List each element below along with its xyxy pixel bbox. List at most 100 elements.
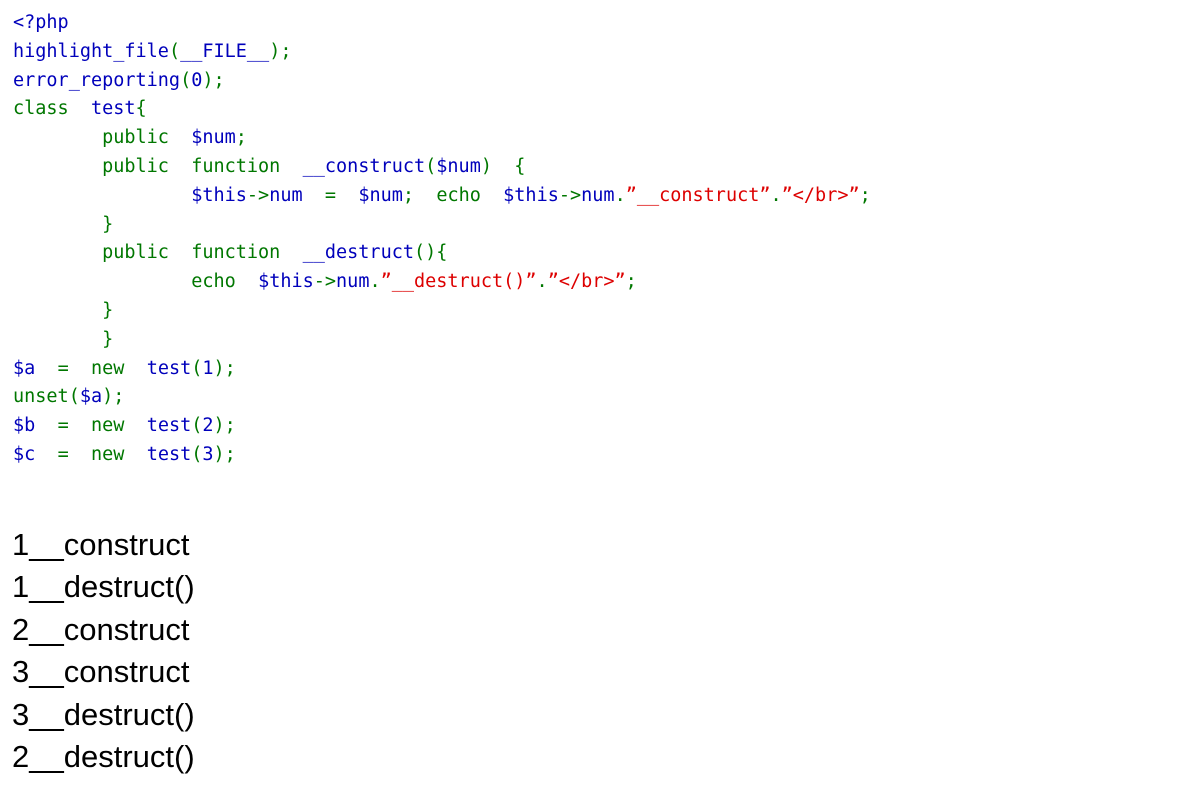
code-token-keyword: )	[202, 69, 214, 91]
code-token-keyword	[169, 242, 191, 263]
code-token-keyword: function	[191, 155, 281, 177]
code-token-keyword: (	[68, 386, 80, 408]
code-token-keyword: public	[102, 155, 169, 177]
code-token-keyword	[69, 98, 91, 119]
code-token-keyword: ;	[224, 357, 236, 379]
code-token-keyword	[35, 444, 57, 465]
code-token-default: __FILE__	[180, 40, 270, 62]
code-token-keyword: }	[102, 299, 114, 321]
output-line: 3__construct	[12, 654, 190, 690]
code-token-default: 0	[191, 69, 203, 91]
code-line: }	[13, 326, 871, 355]
code-line: public function __construct($num) {	[13, 153, 871, 182]
code-token-keyword	[35, 358, 57, 379]
code-token-keyword	[69, 358, 91, 379]
code-token-keyword: public	[102, 127, 169, 149]
code-token-default: __destruct	[302, 242, 414, 264]
code-token-default: error_reporting	[13, 69, 181, 91]
code-token-keyword: .	[536, 271, 548, 293]
code-token-default: __construct	[302, 155, 426, 177]
code-line: }	[13, 211, 871, 240]
code-token-keyword: )	[480, 155, 492, 177]
code-token-keyword	[69, 444, 91, 465]
code-token-keyword	[13, 214, 102, 235]
code-token-keyword	[280, 156, 302, 177]
code-line: public function __destruct(){	[13, 239, 871, 268]
code-token-default: 2	[202, 415, 214, 437]
code-token-keyword: .	[770, 184, 782, 206]
code-token-keyword: ->	[558, 184, 582, 206]
code-token-keyword: )	[269, 40, 281, 62]
code-line: $a = new test(1);	[13, 355, 871, 384]
output-line: 2__construct	[12, 611, 190, 647]
code-token-keyword: class	[13, 98, 69, 120]
code-token-string: ”</br>”	[547, 271, 626, 293]
code-token-keyword	[13, 156, 102, 177]
code-token-keyword: ;	[402, 184, 415, 206]
code-token-keyword	[124, 444, 146, 465]
code-token-keyword: function	[191, 242, 281, 264]
code-line: $c = new test(3);	[13, 441, 871, 470]
code-token-keyword: {	[135, 98, 147, 120]
code-token-keyword	[169, 156, 191, 177]
code-token-keyword: echo	[436, 184, 481, 206]
code-token-default: $num	[191, 127, 236, 149]
code-token-keyword	[303, 185, 325, 206]
code-token-default: 1	[202, 357, 214, 379]
code-token-keyword: ->	[313, 271, 337, 293]
code-token-keyword	[13, 185, 191, 206]
code-token-keyword: ;	[213, 69, 225, 91]
code-token-string: ”__construct”	[625, 184, 771, 206]
code-token-keyword: {	[514, 155, 526, 177]
code-token-keyword: )	[213, 443, 225, 465]
code-token-keyword: ;	[235, 127, 247, 149]
code-token-keyword	[13, 242, 102, 263]
output-line: 2__destruct()	[12, 738, 195, 774]
code-token-keyword: }	[102, 213, 114, 235]
code-token-keyword: unset	[13, 386, 69, 408]
code-token-keyword: ;	[224, 443, 236, 465]
code-token-default: test	[90, 98, 136, 120]
code-token-keyword: new	[90, 443, 125, 465]
code-line: highlight_file(__FILE__);	[13, 38, 871, 67]
code-token-keyword: ;	[113, 386, 125, 408]
code-token-keyword: (	[191, 357, 203, 379]
code-line: class test{	[13, 95, 871, 124]
code-token-keyword	[124, 358, 146, 379]
code-token-keyword	[280, 242, 302, 263]
code-token-default: $this	[191, 184, 247, 206]
code-line: $b = new test(2);	[13, 412, 871, 441]
code-token-keyword: =	[57, 357, 69, 379]
code-token-default: 3	[202, 443, 214, 465]
code-token-default: $this	[258, 271, 314, 293]
code-token-keyword	[13, 300, 102, 321]
code-token-keyword: .	[369, 271, 381, 293]
code-token-keyword: )	[213, 357, 225, 379]
code-token-keyword: .	[614, 184, 626, 206]
code-token-keyword	[492, 156, 514, 177]
code-token-string: ”__destruct()”	[380, 271, 537, 293]
code-token-keyword	[236, 271, 258, 292]
code-token-keyword: (	[180, 69, 192, 91]
code-token-default: test	[146, 443, 192, 465]
code-token-default: highlight_file	[13, 40, 169, 62]
code-line: $this->num = $num; echo $this->num.”__co…	[13, 182, 871, 211]
code-token-default: $b	[13, 415, 36, 437]
code-token-default: test	[146, 415, 192, 437]
code-token-keyword	[169, 127, 191, 148]
code-token-keyword: (	[191, 415, 203, 437]
code-token-keyword: )	[102, 386, 114, 408]
code-token-keyword: ;	[625, 271, 637, 293]
code-token-default: $num	[436, 155, 481, 177]
output-line: 1__construct	[12, 527, 190, 562]
php-echo-output: 1__construct 1__destruct() 2__construct 3__…	[12, 524, 195, 778]
code-token-keyword: echo	[191, 271, 236, 293]
code-line: <?php	[13, 9, 871, 38]
code-token-keyword	[13, 127, 102, 148]
code-token-keyword: ->	[246, 184, 270, 206]
code-token-keyword: public	[102, 242, 169, 264]
code-token-keyword: =	[57, 443, 69, 465]
code-token-keyword	[69, 415, 91, 436]
code-token-default: num	[336, 271, 370, 293]
code-token-keyword: =	[57, 415, 69, 437]
